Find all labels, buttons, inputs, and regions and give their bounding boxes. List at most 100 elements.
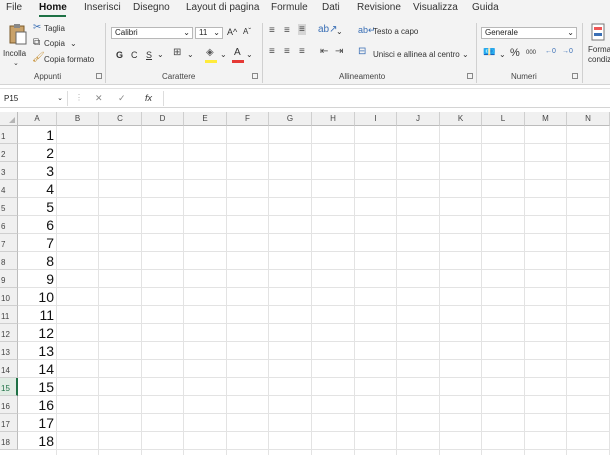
column-header-b[interactable]: B bbox=[57, 112, 99, 126]
row-header-7[interactable]: 7 bbox=[0, 234, 18, 252]
insert-function-button[interactable]: fx bbox=[145, 93, 152, 103]
column-header-a[interactable]: A bbox=[18, 112, 57, 126]
cancel-icon[interactable]: ✕ bbox=[95, 93, 103, 104]
cell-a9[interactable]: 9 bbox=[18, 270, 57, 288]
column-header-c[interactable]: C bbox=[99, 112, 142, 126]
name-box[interactable]: P15 ⌄ bbox=[0, 91, 68, 106]
column-header-k[interactable]: K bbox=[440, 112, 482, 126]
cell-a12[interactable]: 12 bbox=[18, 324, 57, 342]
font-size-select[interactable]: 11 ⌄ bbox=[195, 27, 223, 39]
tab-inserisci[interactable]: Inserisci bbox=[84, 2, 121, 13]
row-header-17[interactable]: 17 bbox=[0, 414, 18, 432]
cell-a6[interactable]: 6 bbox=[18, 216, 57, 234]
row-header-11[interactable]: 11 bbox=[0, 306, 18, 324]
column-header-j[interactable]: J bbox=[397, 112, 440, 126]
align-bottom-icon[interactable]: ≡ bbox=[298, 24, 306, 35]
cell-a3[interactable]: 3 bbox=[18, 162, 57, 180]
paste-button[interactable]: Incolla ⌄ bbox=[2, 21, 30, 69]
cut-button[interactable]: Taglia bbox=[44, 24, 65, 33]
tab-revisione[interactable]: Revisione bbox=[357, 2, 401, 13]
thousands-button[interactable]: 000 bbox=[526, 50, 536, 56]
confirm-icon[interactable]: ✓ bbox=[118, 93, 126, 104]
align-left-icon[interactable]: ≡ bbox=[269, 46, 275, 57]
underline-dropdown-icon[interactable]: ⌄ bbox=[157, 50, 164, 59]
cell-a8[interactable]: 8 bbox=[18, 252, 57, 270]
tab-formule[interactable]: Formule bbox=[271, 2, 308, 13]
row-header-18[interactable]: 18 bbox=[0, 432, 18, 450]
number-launcher-icon[interactable] bbox=[572, 73, 578, 79]
borders-dropdown-icon[interactable]: ⌄ bbox=[187, 50, 194, 59]
cell-a4[interactable]: 4 bbox=[18, 180, 57, 198]
tab-dati[interactable]: Dati bbox=[322, 2, 340, 13]
cell-a18[interactable]: 18 bbox=[18, 432, 57, 450]
italic-button[interactable]: C bbox=[131, 50, 138, 60]
row-header-2[interactable]: 2 bbox=[0, 144, 18, 162]
increase-decimal-icon[interactable]: ←0 bbox=[545, 48, 556, 55]
conditional-format-button[interactable]: Forma condiz bbox=[586, 21, 610, 69]
align-center-icon[interactable]: ≡ bbox=[284, 46, 290, 57]
row-header-14[interactable]: 14 bbox=[0, 360, 18, 378]
column-header-d[interactable]: D bbox=[142, 112, 184, 126]
row-header-10[interactable]: 10 bbox=[0, 288, 18, 306]
row-header-12[interactable]: 12 bbox=[0, 324, 18, 342]
alignment-launcher-icon[interactable] bbox=[467, 73, 473, 79]
percent-button[interactable]: % bbox=[510, 47, 520, 59]
font-name-select[interactable]: Calibri ⌄ bbox=[111, 27, 193, 39]
font-color-dropdown-icon[interactable]: ⌄ bbox=[246, 50, 253, 59]
font-color-button[interactable]: A bbox=[234, 47, 241, 58]
align-top-icon[interactable]: ≡ bbox=[269, 25, 275, 36]
tab-file[interactable]: File bbox=[6, 2, 22, 13]
row-header-8[interactable]: 8 bbox=[0, 252, 18, 270]
number-format-select[interactable]: Generale ⌄ bbox=[481, 27, 577, 39]
shrink-font-button[interactable]: Aˇ bbox=[243, 27, 251, 36]
column-header-l[interactable]: L bbox=[482, 112, 525, 126]
copy-dropdown-icon[interactable]: ⌄ bbox=[70, 39, 77, 48]
row-header-15[interactable]: 15 bbox=[0, 378, 18, 396]
fill-dropdown-icon[interactable]: ⌄ bbox=[220, 50, 227, 59]
format-painter-button[interactable]: Copia formato bbox=[44, 55, 94, 64]
currency-icon[interactable]: 💶 bbox=[483, 47, 495, 58]
align-right-icon[interactable]: ≡ bbox=[299, 46, 305, 57]
underline-button[interactable]: S bbox=[146, 50, 152, 60]
row-header-9[interactable]: 9 bbox=[0, 270, 18, 288]
tab-home[interactable]: Home bbox=[39, 2, 67, 13]
row-header-6[interactable]: 6 bbox=[0, 216, 18, 234]
tab-disegno[interactable]: Disegno bbox=[133, 2, 170, 13]
formula-input[interactable] bbox=[163, 91, 610, 106]
select-all-button[interactable] bbox=[0, 112, 18, 126]
row-header-5[interactable]: 5 bbox=[0, 198, 18, 216]
row-header-1[interactable]: 1 bbox=[0, 126, 18, 144]
copy-button[interactable]: Copia bbox=[44, 39, 65, 48]
cell-a17[interactable]: 17 bbox=[18, 414, 57, 432]
cell-a10[interactable]: 10 bbox=[18, 288, 57, 306]
tab-guida[interactable]: Guida bbox=[472, 2, 499, 13]
currency-dropdown-icon[interactable]: ⌄ bbox=[499, 50, 506, 59]
spreadsheet-grid[interactable]: ABCDEFGHIJKLMN 1 2 3 4 5 6 7 8 9 10 11 12 13 14 15 16 17… bbox=[0, 112, 610, 455]
decrease-decimal-icon[interactable]: →0 bbox=[562, 48, 573, 55]
orientation-dropdown-icon[interactable]: ⌄ bbox=[336, 27, 343, 36]
align-middle-icon[interactable]: ≡ bbox=[284, 25, 290, 36]
column-header-f[interactable]: F bbox=[227, 112, 269, 126]
clipboard-launcher-icon[interactable] bbox=[96, 73, 102, 79]
cell-a13[interactable]: 13 bbox=[18, 342, 57, 360]
cell-a1[interactable]: 1 bbox=[18, 126, 57, 144]
column-header-i[interactable]: I bbox=[355, 112, 397, 126]
font-launcher-icon[interactable] bbox=[252, 73, 258, 79]
tab-visualizza[interactable]: Visualizza bbox=[413, 2, 458, 13]
paste-dropdown-icon[interactable]: ⌄ bbox=[13, 59, 19, 67]
orientation-icon[interactable]: ab↗ bbox=[318, 24, 338, 35]
cell-a15[interactable]: 15 bbox=[18, 378, 57, 396]
row-header-3[interactable]: 3 bbox=[0, 162, 18, 180]
row-header-13[interactable]: 13 bbox=[0, 342, 18, 360]
tab-layout[interactable]: Layout di pagina bbox=[186, 2, 259, 13]
borders-icon[interactable]: ⊞ bbox=[173, 47, 181, 58]
grow-font-button[interactable]: A^ bbox=[227, 27, 237, 37]
column-header-m[interactable]: M bbox=[525, 112, 567, 126]
cell-a16[interactable]: 16 bbox=[18, 396, 57, 414]
merge-center-button[interactable]: Unisci e allinea al centro bbox=[373, 50, 460, 59]
more-options-icon[interactable]: ⋮ bbox=[75, 93, 83, 102]
row-header-16[interactable]: 16 bbox=[0, 396, 18, 414]
fill-color-icon[interactable]: ◈ bbox=[206, 47, 214, 58]
increase-indent-icon[interactable]: ⇥ bbox=[335, 46, 343, 57]
cell-a11[interactable]: 11 bbox=[18, 306, 57, 324]
